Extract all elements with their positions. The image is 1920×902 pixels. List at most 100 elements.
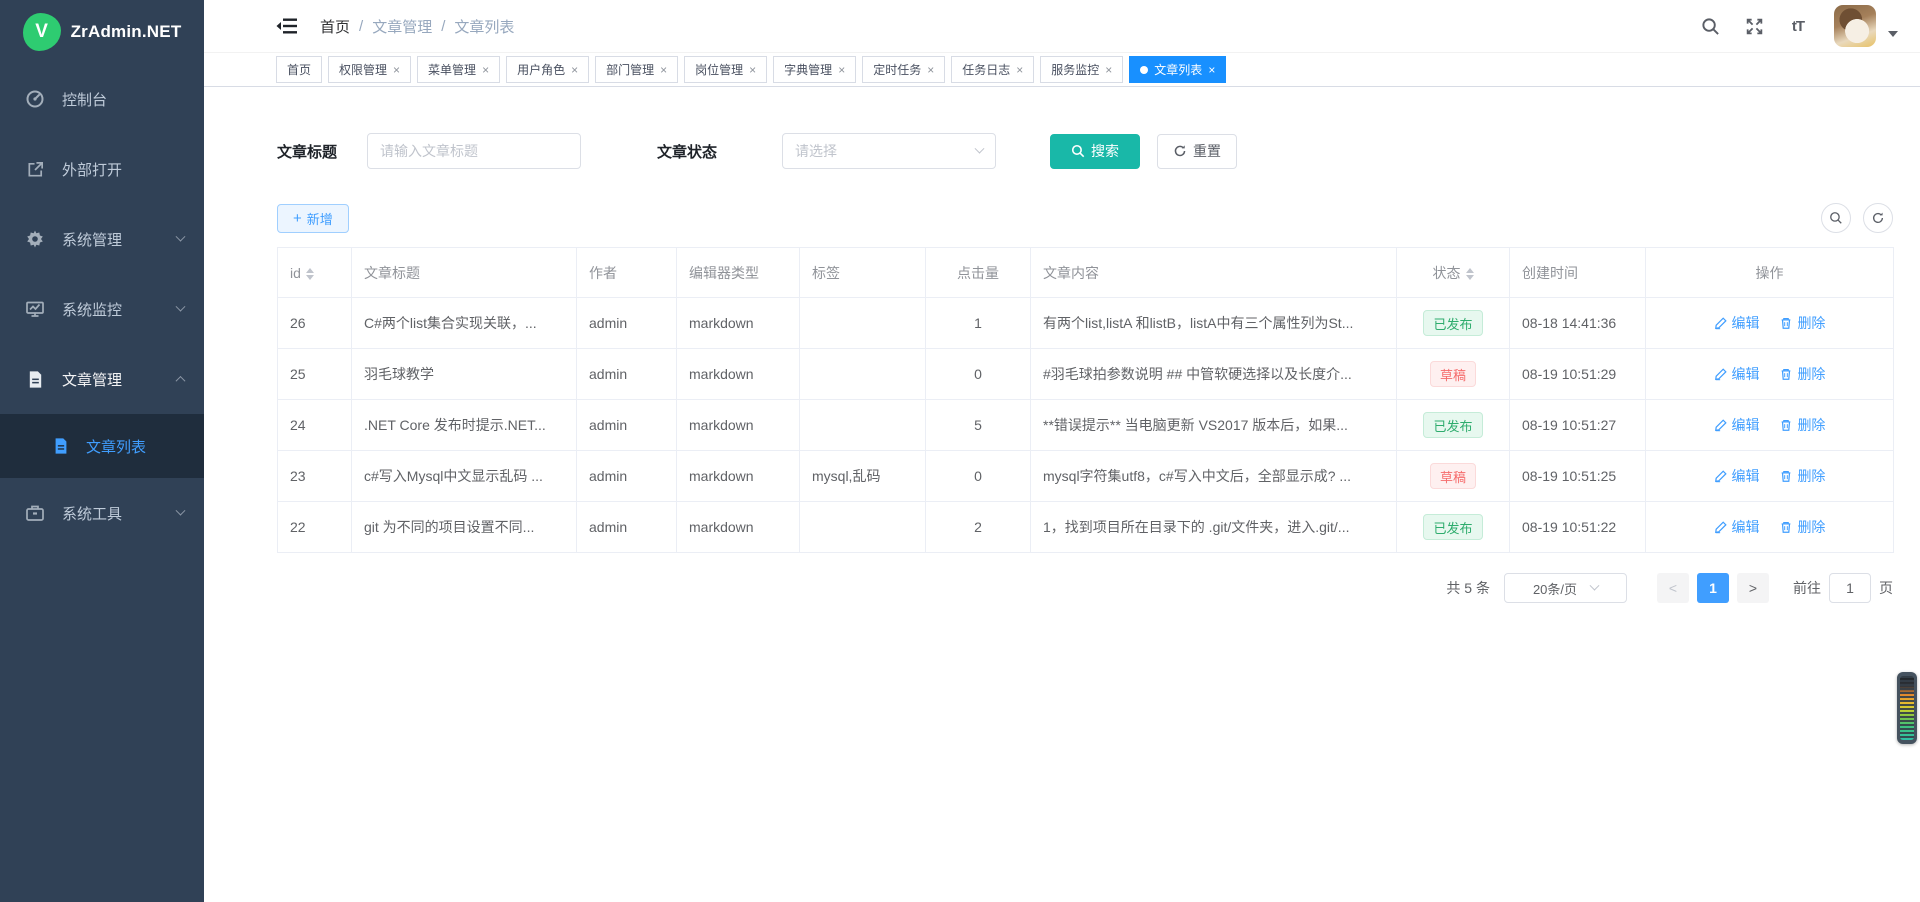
cell-status: 已发布 (1397, 502, 1510, 553)
sidebar-item-system-tools[interactable]: 系统工具 (0, 478, 204, 548)
close-icon[interactable]: × (927, 64, 934, 76)
tab-menu-manage[interactable]: 菜单管理× (417, 56, 500, 83)
delete-button[interactable]: 删除 (1779, 517, 1825, 537)
edit-button[interactable]: 编辑 (1714, 517, 1760, 537)
trash-icon (1779, 418, 1793, 432)
pencil-icon (1714, 520, 1728, 534)
reset-button[interactable]: 重置 (1157, 134, 1237, 169)
prev-page-button[interactable]: < (1657, 573, 1689, 603)
tab-user-role[interactable]: 用户角色× (506, 56, 589, 83)
refresh-table-button[interactable] (1863, 203, 1893, 233)
cell-actions: 编辑 删除 (1646, 502, 1894, 553)
cell-tag (800, 400, 926, 451)
column-header-title: 文章标题 (352, 248, 577, 298)
tab-label: 服务监控 (1051, 61, 1099, 78)
sidebar-item-dashboard[interactable]: 控制台 (0, 64, 204, 134)
edit-button[interactable]: 编辑 (1714, 313, 1760, 333)
close-icon[interactable]: × (660, 64, 667, 76)
goto-page-input[interactable] (1829, 573, 1871, 603)
fullscreen-icon[interactable] (1744, 16, 1764, 36)
tab-permission-manage[interactable]: 权限管理× (328, 56, 411, 83)
tab-task-log[interactable]: 任务日志× (951, 56, 1034, 83)
tab-scheduled-task[interactable]: 定时任务 × (862, 56, 945, 83)
close-icon[interactable]: × (393, 64, 400, 76)
app-root: V ZrAdmin.NET 控制台 外部打开 系统管理 (0, 0, 1920, 902)
tab-dict-manage[interactable]: 字典管理 × (773, 56, 856, 83)
text-size-icon[interactable]: tT (1788, 16, 1808, 36)
table-row: 23 c#写入Mysql中文显示乱码 ... admin markdown my… (278, 451, 1894, 502)
add-button[interactable]: + 新增 (277, 204, 349, 233)
close-icon[interactable]: × (571, 64, 578, 76)
column-header-id[interactable]: id (278, 248, 352, 298)
tab-home[interactable]: 首页 (276, 56, 322, 83)
tab-article-list-active[interactable]: 文章列表× (1129, 56, 1226, 83)
trash-icon (1779, 520, 1793, 534)
document-icon (25, 369, 45, 389)
cell-created: 08-19 10:51:22 (1510, 502, 1646, 553)
trash-icon (1779, 469, 1793, 483)
next-page-button[interactable]: > (1737, 573, 1769, 603)
table-row: 24 .NET Core 发布时提示.NET... admin markdown… (278, 400, 1894, 451)
article-status-select[interactable]: 请选择 (782, 133, 996, 169)
table-row: 25 羽毛球教学 admin markdown 0 #羽毛球拍参数说明 ## 中… (278, 349, 1894, 400)
delete-button[interactable]: 删除 (1779, 364, 1825, 384)
pagination-total: 共 5 条 (1446, 578, 1490, 598)
tab-service-monitor[interactable]: 服务监控 × (1040, 56, 1123, 83)
sort-caret-icon[interactable] (1466, 268, 1474, 280)
column-header-content: 文章内容 (1031, 248, 1397, 298)
close-icon[interactable]: × (749, 64, 756, 76)
pencil-icon (1714, 367, 1728, 381)
cell-status: 草稿 (1397, 349, 1510, 400)
close-icon[interactable]: × (1105, 64, 1112, 76)
table-row: 22 git 为不同的项目设置不同... admin markdown 2 1，… (278, 502, 1894, 553)
extension-handle[interactable] (1897, 672, 1917, 744)
delete-button[interactable]: 删除 (1779, 313, 1825, 333)
page-number-current[interactable]: 1 (1697, 573, 1729, 603)
edit-button[interactable]: 编辑 (1714, 466, 1760, 486)
close-icon[interactable]: × (482, 64, 489, 76)
sidebar-item-label: 文章列表 (86, 436, 146, 457)
edit-button[interactable]: 编辑 (1714, 415, 1760, 435)
cell-author: admin (577, 298, 677, 349)
user-menu-caret-icon[interactable] (1888, 31, 1898, 37)
search-icon[interactable] (1700, 16, 1720, 36)
sidebar-item-article-manage[interactable]: 文章管理 (0, 344, 204, 414)
sort-caret-icon[interactable] (306, 268, 314, 280)
cell-title: git 为不同的项目设置不同... (352, 502, 577, 553)
cell-created: 08-19 10:51:27 (1510, 400, 1646, 451)
tab-label: 字典管理 (784, 61, 832, 78)
cell-tag (800, 298, 926, 349)
column-header-status[interactable]: 状态 (1397, 248, 1510, 298)
cell-id: 22 (278, 502, 352, 553)
sidebar-collapse-icon[interactable] (276, 16, 298, 36)
close-icon[interactable]: × (1016, 64, 1023, 76)
tab-department-manage[interactable]: 部门管理× (595, 56, 678, 83)
breadcrumb-article-manage[interactable]: 文章管理 (372, 16, 432, 37)
delete-button[interactable]: 删除 (1779, 466, 1825, 486)
status-badge: 已发布 (1423, 514, 1482, 540)
sidebar-item-external-open[interactable]: 外部打开 (0, 134, 204, 204)
close-icon[interactable]: × (838, 64, 845, 76)
tab-label: 定时任务 (873, 61, 921, 78)
sidebar-item-label: 外部打开 (62, 159, 184, 180)
search-button[interactable]: 搜索 (1050, 134, 1140, 169)
sidebar-item-system-manage[interactable]: 系统管理 (0, 204, 204, 274)
search-icon (1829, 211, 1843, 225)
sidebar-item-article-list[interactable]: 文章列表 (0, 414, 204, 478)
topbar-actions: tT (1700, 5, 1898, 47)
tab-post-manage[interactable]: 岗位管理× (684, 56, 767, 83)
article-title-label: 文章标题 (277, 141, 337, 162)
cell-created: 08-19 10:51:29 (1510, 349, 1646, 400)
article-title-input[interactable] (367, 133, 581, 169)
delete-button[interactable]: 删除 (1779, 415, 1825, 435)
sidebar-item-system-monitor[interactable]: 系统监控 (0, 274, 204, 344)
chevron-down-icon (1590, 580, 1600, 590)
close-icon[interactable]: × (1208, 64, 1215, 76)
page-size-select[interactable]: 20条/页 (1504, 573, 1627, 603)
breadcrumb-home[interactable]: 首页 (320, 16, 350, 37)
trash-icon (1779, 316, 1793, 330)
user-avatar[interactable] (1834, 5, 1876, 47)
edit-button[interactable]: 编辑 (1714, 364, 1760, 384)
app-title: ZrAdmin.NET (71, 22, 182, 42)
toggle-search-button[interactable] (1821, 203, 1851, 233)
